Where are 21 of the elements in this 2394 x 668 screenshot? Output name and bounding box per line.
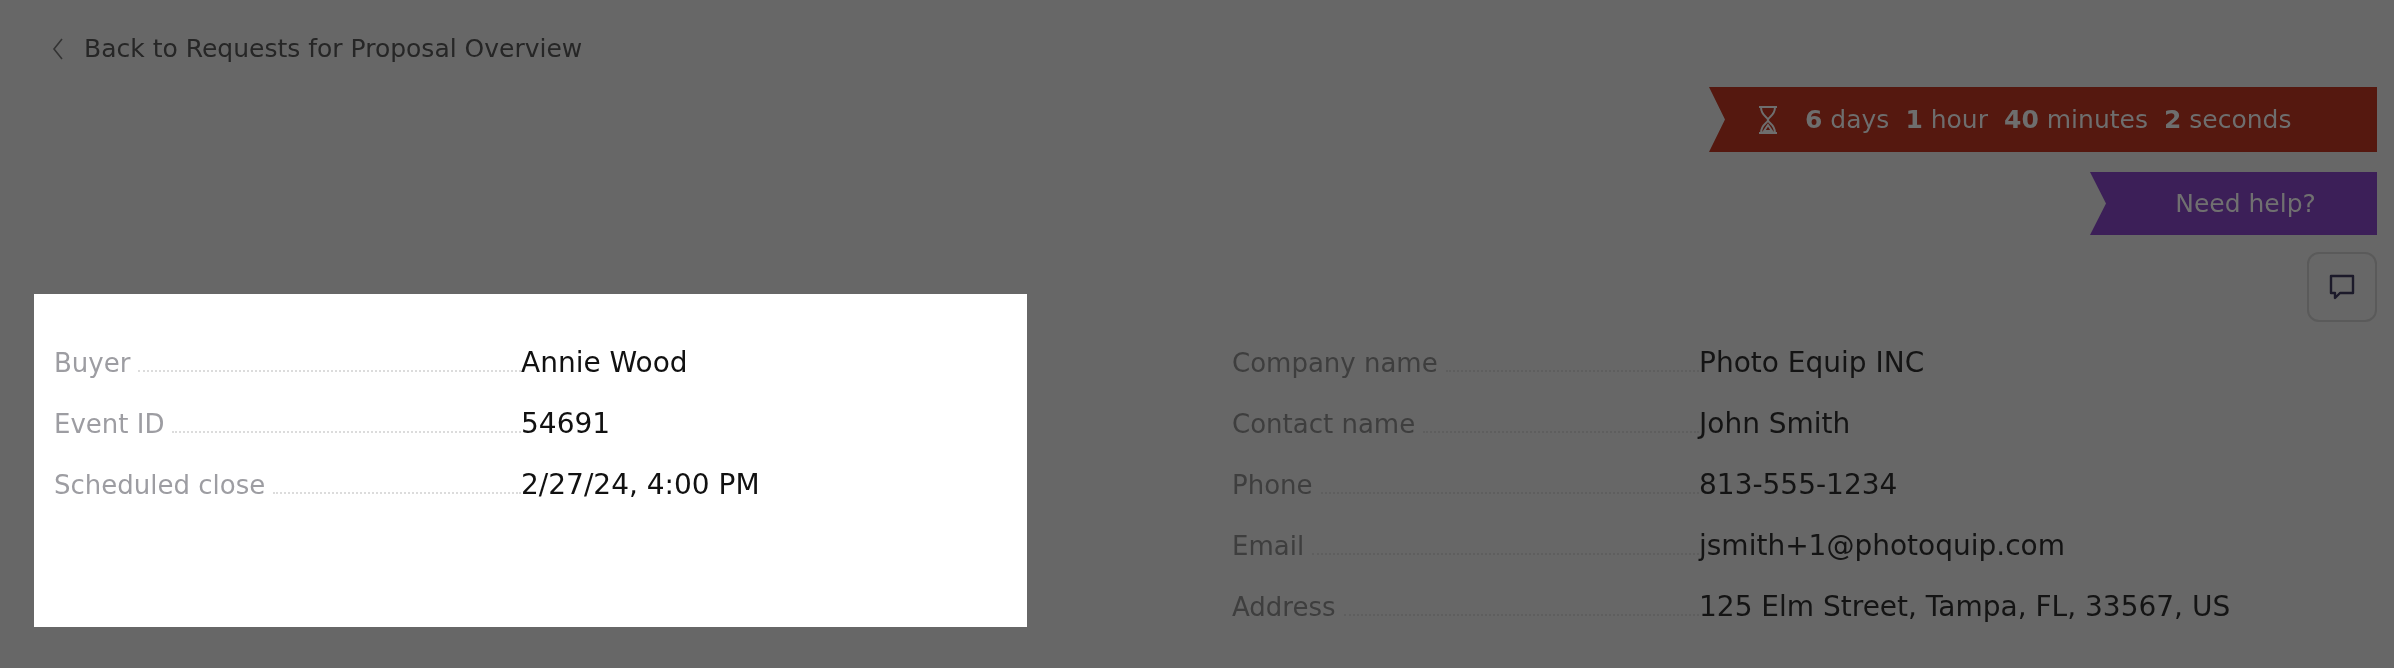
field-value: Photo Equip INC: [1699, 346, 1925, 379]
countdown-part: 1 hour: [1905, 105, 1988, 134]
back-link[interactable]: Back to Requests for Proposal Overview: [34, 34, 583, 63]
field-value: jsmith+1@photoquip.com: [1699, 529, 2065, 562]
field-value: 813-555-1234: [1699, 468, 1898, 501]
field-label: Event ID: [54, 408, 165, 439]
countdown-part: 6 days: [1805, 105, 1890, 134]
help-button[interactable]: Need help?: [2090, 172, 2377, 235]
countdown-part: 40 minutes: [2004, 105, 2148, 134]
field-label: Scheduled close: [54, 469, 266, 500]
field-value: Annie Wood: [521, 346, 688, 379]
chevron-left-icon: [52, 37, 64, 60]
countdown-part: 2 seconds: [2163, 105, 2292, 134]
field-label: Buyer: [54, 347, 131, 378]
speech-bubble-icon: [2329, 274, 2355, 300]
field-value: 125 Elm Street, Tampa, FL, 33567, US: [1699, 590, 2231, 623]
field-value: 2/27/24, 4:00 PM: [521, 468, 760, 501]
chat-button[interactable]: [2307, 252, 2377, 322]
field-value: John Smith: [1699, 407, 1851, 440]
field-value: 54691: [521, 407, 611, 440]
hourglass-icon: [1757, 104, 1779, 135]
